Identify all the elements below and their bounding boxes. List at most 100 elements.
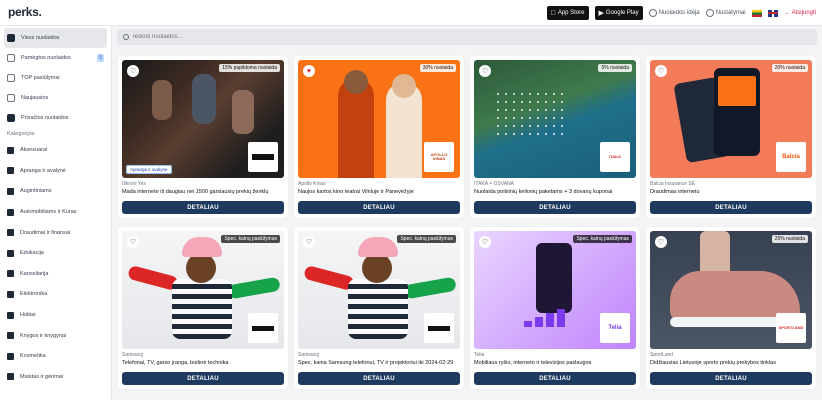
perks-logo[interactable]: perks.: [8, 5, 42, 19]
offer-card[interactable]: ♡ Spec. kainų pasiūlymas Telia Telia Mob…: [470, 227, 640, 389]
category-item[interactable]: Draudimai ir finansai: [4, 222, 107, 243]
favorite-heart-icon[interactable]: ♡: [655, 236, 667, 248]
offer-card[interactable]: ♡ 20% nuolaida Balcia Balcia Insurance S…: [646, 56, 816, 218]
details-button[interactable]: DETALIAU: [122, 201, 284, 214]
favorite-heart-icon[interactable]: ♡: [479, 236, 491, 248]
category-tag: Apranga ir avalynė: [126, 165, 172, 174]
category-item[interactable]: Maistas ir gėrimai: [4, 367, 107, 388]
english-flag-icon[interactable]: [767, 9, 778, 17]
discount-badge: 5% nuolaida: [598, 64, 632, 72]
discount-badge: 20% nuolaida: [771, 64, 808, 72]
book-icon: [7, 332, 14, 340]
discount-badge: Spec. kainų pasiūlymas: [397, 235, 456, 243]
offer-image: ♡ 5% nuolaida ITAKA: [474, 60, 636, 178]
lipstick-icon: [7, 352, 14, 360]
favorite-heart-icon[interactable]: ♡: [127, 236, 139, 248]
partner-logo: Telia: [600, 313, 630, 343]
sidebar-item-favorites[interactable]: Pamėgtos nuolaidos 5: [4, 48, 107, 68]
wallet-icon: [7, 229, 14, 237]
details-button[interactable]: DETALIAU: [298, 372, 460, 385]
offer-card[interactable]: ♡ 5% nuolaida ITAKA ITAKA + OSVANA Nuola…: [470, 56, 640, 218]
favorite-heart-icon[interactable]: ♡: [655, 65, 667, 77]
car-icon: [7, 208, 14, 216]
lithuanian-flag-icon[interactable]: [751, 9, 762, 17]
discount-badge: Spec. kainų pasiūlymas: [221, 235, 280, 243]
google-play-button[interactable]: ▶ Google Play: [594, 6, 643, 20]
category-item[interactable]: Apranga ir avalynė: [4, 161, 107, 182]
app-store-button[interactable]: App Store: [546, 6, 589, 20]
plug-icon: [7, 290, 14, 298]
offer-image: ♡ 15% papildoma nuolaida Apranga ir aval…: [122, 60, 284, 178]
pen-icon: [7, 270, 14, 278]
partner-name: Iškrovi Yes: [122, 181, 146, 187]
partner-logo: [424, 313, 454, 343]
category-item[interactable]: Elektronika: [4, 284, 107, 305]
play-icon: ▶: [598, 10, 604, 17]
search-bar: [117, 29, 817, 45]
trophy-icon: [7, 74, 15, 82]
top-right-actions: App Store ▶Google Play Nuolaidos idėja …: [546, 5, 816, 21]
partner-logo: SPORTLAND: [776, 313, 806, 343]
discount-badge: 15% papildoma nuolaida: [219, 64, 280, 72]
discount-idea-link[interactable]: Nuolaidos idėja: [648, 9, 700, 17]
partner-name: ITAKA + OSVANA: [474, 181, 514, 187]
lightbulb-icon: [648, 9, 657, 17]
sidebar: Visos nuolaidos Pamėgtos nuolaidos 5 TOP …: [0, 26, 112, 400]
offer-card[interactable]: ♡ Spec. kainų pasiūlymas Samsung Telefon…: [118, 227, 288, 389]
offer-card[interactable]: ♥ 30% nuolaida APOLLO KINAS Apollo Kinas…: [294, 56, 464, 218]
offer-image: ♡ Spec. kainų pasiūlymas: [298, 231, 460, 349]
puzzle-icon: [7, 311, 14, 319]
offer-card[interactable]: ♡ 15% papildoma nuolaida Apranga ir aval…: [118, 56, 288, 218]
category-item[interactable]: Kosmetika: [4, 346, 107, 367]
partner-logo: ITAKA: [600, 142, 630, 172]
tag-icon: [7, 34, 15, 42]
details-button[interactable]: DETALIAU: [474, 201, 636, 214]
partner-name: Telia: [474, 352, 485, 358]
shirt-icon: [7, 167, 14, 175]
offer-card[interactable]: ♡ Spec. kainų pasiūlymas Samsung Spec. k…: [294, 227, 464, 389]
watch-icon: [7, 146, 14, 154]
gear-icon: [705, 9, 714, 17]
category-item[interactable]: Automobiliams ir Kuras: [4, 202, 107, 223]
sidebar-item-top-offers[interactable]: TOP pasiūlymai: [4, 68, 107, 88]
category-item[interactable]: Edukacija: [4, 243, 107, 264]
sidebar-item-all-discounts[interactable]: Visos nuolaidos: [4, 28, 107, 48]
sidebar-item-private[interactable]: Privačios nuolaidos: [4, 108, 107, 128]
details-button[interactable]: DETALIAU: [474, 372, 636, 385]
logout-link[interactable]: → Atsijungti: [784, 10, 816, 16]
apple-icon: : [551, 10, 556, 17]
details-button[interactable]: DETALIAU: [650, 372, 812, 385]
category-item[interactable]: Kanceliarija: [4, 264, 107, 285]
partner-name: Samsung: [298, 352, 320, 358]
details-button[interactable]: DETALIAU: [650, 201, 812, 214]
sidebar-item-newest[interactable]: Naujausios: [4, 88, 107, 108]
logout-icon: →: [783, 10, 790, 16]
partner-logo: [248, 313, 278, 343]
favorite-heart-icon[interactable]: ♡: [479, 65, 491, 77]
favorite-heart-icon[interactable]: ♡: [303, 236, 315, 248]
category-item[interactable]: Aksesuarai: [4, 140, 107, 161]
offer-card[interactable]: ♡ 25% nuolaida SPORTLAND SportLand Didži…: [646, 227, 816, 389]
favorite-heart-icon[interactable]: ♡: [127, 65, 139, 77]
offer-image: ♡ 25% nuolaida SPORTLAND: [650, 231, 812, 349]
details-button[interactable]: DETALIAU: [122, 372, 284, 385]
partner-logo: [248, 142, 278, 172]
details-button[interactable]: DETALIAU: [298, 201, 460, 214]
favorite-heart-icon[interactable]: ♥: [303, 65, 315, 77]
search-icon: [123, 34, 129, 40]
search-input[interactable]: [133, 34, 733, 40]
settings-link[interactable]: Nustatymai: [705, 9, 746, 17]
partner-name: Balcia Insurance SE: [650, 181, 696, 187]
offer-image: ♥ 30% nuolaida APOLLO KINAS: [298, 60, 460, 178]
partner-logo: APOLLO KINAS: [424, 142, 454, 172]
fork-knife-icon: [7, 373, 14, 381]
discount-badge: Spec. kainų pasiūlymas: [573, 235, 632, 243]
category-item[interactable]: Hobiai: [4, 305, 107, 326]
top-bar: perks. App Store ▶Google Play Nuolaidos…: [0, 0, 822, 26]
graduation-icon: [7, 249, 14, 257]
category-item[interactable]: Knygos ir knygynai: [4, 325, 107, 346]
category-item[interactable]: Augintiniams: [4, 181, 107, 202]
favorites-count-badge: 5: [97, 54, 104, 62]
paw-icon: [7, 187, 14, 195]
clock-icon: [7, 94, 15, 102]
